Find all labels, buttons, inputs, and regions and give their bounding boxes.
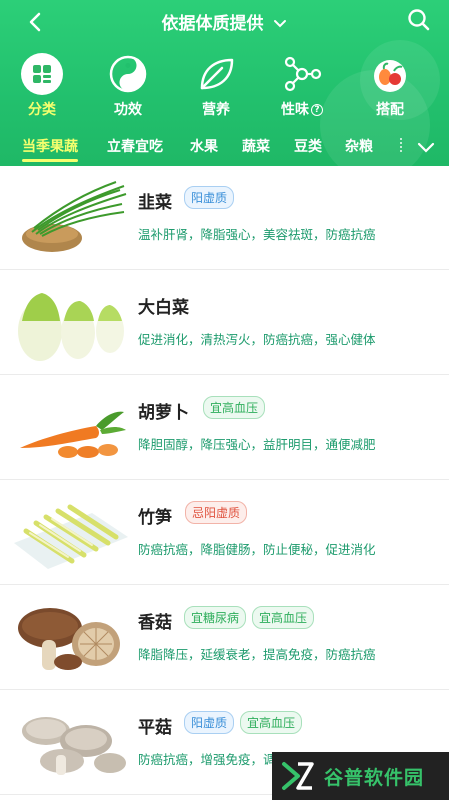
list-item[interactable]: 大白菜 促进消化，清热泻火，防癌抗癌，强心健体 bbox=[0, 271, 449, 375]
item-name: 竹笋 bbox=[138, 508, 172, 528]
constitution-tag: 阳虚质 bbox=[184, 186, 235, 209]
condition-tag: 宜高血压 bbox=[240, 711, 303, 734]
category-nutrition[interactable]: 营养 bbox=[176, 52, 256, 119]
list-item[interactable]: 竹笋 忌阳虚质 防癌抗癌，降脂健肠，防止便秘，促进消化 bbox=[0, 481, 449, 585]
molecule-icon bbox=[280, 52, 324, 96]
top-bar: 依据体质提供 bbox=[0, 0, 449, 42]
item-name: 胡萝卜 bbox=[138, 403, 189, 423]
tab-divider bbox=[400, 138, 402, 152]
fruit-basket-icon bbox=[368, 52, 412, 96]
category-efficacy[interactable]: 功效 bbox=[88, 52, 168, 119]
condition-tag: 宜高血压 bbox=[203, 396, 266, 419]
item-name: 香菇 bbox=[138, 613, 172, 633]
category-bar: 分类 功效 营养 性味 ? 搭配 bbox=[0, 52, 449, 122]
tab-spring-eat[interactable]: 立春宜吃 bbox=[107, 136, 163, 156]
tag-group: 阳虚质 bbox=[184, 186, 235, 209]
constitution-tag: 阳虚质 bbox=[184, 711, 235, 734]
napa-cabbage-image bbox=[18, 293, 124, 361]
food-list: 韭菜 阳虚质 温补肝肾，降脂强心，美容祛斑，防癌抗癌 大白菜 促进消化，清热泻火… bbox=[0, 166, 449, 800]
item-effects: 降胆固醇，降压强心，益肝明目，通便减肥 bbox=[138, 437, 376, 452]
title-dropdown[interactable]: 依据体质提供 bbox=[0, 9, 449, 34]
tab-fruit[interactable]: 水果 bbox=[190, 136, 218, 156]
search-icon[interactable] bbox=[405, 6, 433, 34]
item-effects: 降脂降压，延缓衰老，提高免疫，防癌抗癌 bbox=[138, 647, 376, 662]
tag-group: 阳虚质 宜高血压 bbox=[184, 711, 303, 734]
category-taste[interactable]: 性味? bbox=[262, 52, 342, 119]
category-label: 性味? bbox=[262, 99, 342, 119]
category-classify[interactable]: 分类 bbox=[2, 52, 82, 119]
item-name: 韭菜 bbox=[138, 193, 172, 213]
yin-yang-icon bbox=[106, 52, 150, 96]
carrot-image bbox=[20, 411, 126, 458]
grid-icon bbox=[20, 52, 64, 96]
chevron-down-icon bbox=[274, 20, 287, 28]
item-name: 平菇 bbox=[138, 718, 172, 738]
category-label: 功效 bbox=[114, 102, 142, 118]
tag-group: 忌阳虚质 bbox=[185, 501, 248, 524]
item-effects: 防癌抗癌，降脂健肠，防止便秘，促进消化 bbox=[138, 542, 376, 557]
list-item[interactable]: 香菇 宜糖尿病 宜高血压 降脂降压，延缓衰老，提高免疫，防癌抗癌 bbox=[0, 586, 449, 690]
chives-image bbox=[22, 181, 127, 252]
category-label-text: 性味 bbox=[281, 102, 309, 118]
watermark-logo-icon bbox=[282, 762, 314, 790]
tab-vegetables[interactable]: 蔬菜 bbox=[242, 136, 270, 156]
condition-tag: 宜高血压 bbox=[252, 606, 315, 629]
tab-beans[interactable]: 豆类 bbox=[294, 136, 322, 156]
item-effects: 促进消化，清热泻火，防癌抗癌，强心健体 bbox=[138, 332, 376, 347]
category-label: 搭配 bbox=[376, 102, 404, 118]
condition-tag: 宜糖尿病 bbox=[184, 606, 247, 629]
bamboo-shoots-image bbox=[14, 504, 128, 569]
help-icon[interactable]: ? bbox=[311, 104, 323, 116]
category-label: 营养 bbox=[202, 102, 230, 118]
shiitake-image bbox=[18, 608, 120, 670]
item-name: 大白菜 bbox=[138, 298, 189, 318]
chevron-down-icon[interactable] bbox=[415, 136, 437, 158]
oyster-mushroom-image bbox=[22, 717, 126, 775]
leaf-icon bbox=[194, 52, 238, 96]
tag-group: 宜高血压 bbox=[203, 396, 266, 419]
tab-seasonal[interactable]: 当季果蔬 bbox=[22, 136, 78, 162]
category-label: 分类 bbox=[28, 102, 56, 118]
header: 依据体质提供 分类 功效 营养 性味 ? 搭配 当季果蔬 立春宜吃 水果 蔬菜 … bbox=[0, 0, 449, 166]
tag-group: 宜糖尿病 宜高血压 bbox=[184, 606, 315, 629]
tab-bar: 当季果蔬 立春宜吃 水果 蔬菜 豆类 杂粮 bbox=[0, 130, 449, 166]
list-item[interactable]: 韭菜 阳虚质 温补肝肾，降脂强心，美容祛斑，防癌抗癌 bbox=[0, 166, 449, 270]
page-title: 依据体质提供 bbox=[161, 14, 264, 34]
tab-grains[interactable]: 杂粮 bbox=[345, 136, 373, 156]
list-item[interactable]: 胡萝卜 宜高血压 降胆固醇，降压强心，益肝明目，通便减肥 bbox=[0, 376, 449, 480]
avoid-tag: 忌阳虚质 bbox=[185, 501, 248, 524]
item-effects: 防癌抗癌，增强免疫，调理 bbox=[138, 752, 289, 767]
category-pairing[interactable]: 搭配 bbox=[350, 52, 430, 119]
watermark-text: 谷普软件园 bbox=[324, 766, 425, 789]
item-effects: 温补肝肾，降脂强心，美容祛斑，防癌抗癌 bbox=[138, 227, 376, 242]
watermark: 谷普软件园 bbox=[272, 752, 449, 800]
